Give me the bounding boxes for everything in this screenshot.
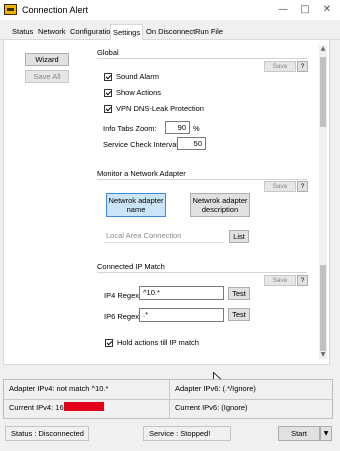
tab-on-disconnect[interactable]: On Disconnect: [146, 26, 195, 40]
adapter-ipv6-status: Adapter IPv6: (.*/Ignore): [175, 384, 256, 393]
monitor-help-button[interactable]: ?: [297, 181, 308, 192]
show-actions-label: Show Actions: [116, 88, 162, 97]
ip-match-help-button[interactable]: ?: [297, 275, 308, 286]
zoom-label: Info Tabs Zoom:: [103, 124, 157, 133]
settings-panel: Wizard Save All Global Save ? Sound Alar…: [3, 40, 330, 365]
adapter-name-button[interactable]: Netwrok adapter name: [106, 193, 166, 217]
current-ipv6-status: Current IPv6: (Ignore): [175, 403, 248, 412]
global-save-button[interactable]: Save: [264, 61, 296, 72]
sound-alarm-checkbox[interactable]: [104, 73, 112, 81]
interval-input[interactable]: 50: [177, 137, 206, 150]
monitor-section-title: Monitor a Network Adapter: [97, 169, 186, 178]
interval-label: Service Check Interval:: [103, 140, 181, 149]
monitor-divider: [97, 179, 307, 180]
save-all-button[interactable]: Save All: [25, 70, 69, 83]
vpn-protection-checkbox[interactable]: [104, 105, 112, 113]
current-ipv4-status: Current IPv4: 16: [9, 403, 64, 412]
ip4-regex-input[interactable]: ^10.*: [139, 286, 224, 300]
current-ipv4-row: Current IPv4: 16: [4, 399, 104, 418]
sound-alarm-label: Sound Alarm: [116, 72, 159, 81]
ip-match-section-title: Connected IP Match: [97, 262, 165, 271]
ip4-test-button[interactable]: Test: [228, 287, 250, 300]
ip6-regex-label: IP6 Regex:: [104, 312, 142, 321]
monitor-save-button[interactable]: Save: [264, 181, 296, 192]
adapter-description-button[interactable]: Netwrok adapter description: [190, 193, 250, 217]
connection-status-box: Status : Disconnected: [5, 426, 89, 441]
hold-actions-checkbox[interactable]: [105, 339, 113, 347]
service-status-box: Service : Stopped!: [143, 426, 231, 441]
hold-actions-label: Hold actions till IP match: [117, 338, 199, 347]
adapter-ipv4-status: Adapter IPv4: not match ^10.*: [9, 384, 109, 393]
global-help-button[interactable]: ?: [297, 61, 308, 72]
tab-configuration[interactable]: Configuration: [70, 26, 115, 40]
ip6-regex-input[interactable]: .*: [139, 308, 224, 322]
zoom-input[interactable]: 90: [165, 121, 190, 134]
wizard-button[interactable]: Wizard: [25, 53, 69, 66]
status-grid: Adapter IPv4: not match ^10.* Adapter IP…: [3, 379, 333, 419]
close-icon[interactable]: ✕: [320, 3, 334, 17]
redacted-ip-mark: [63, 402, 104, 411]
global-section-title: Global: [97, 48, 119, 57]
tab-status[interactable]: Status: [12, 26, 33, 40]
title-bar: Connection Alert — □ ✕: [0, 0, 340, 20]
tab-settings[interactable]: Settings: [110, 24, 144, 41]
scroll-down-icon[interactable]: ▼: [319, 351, 327, 359]
zoom-unit: %: [193, 124, 200, 133]
tab-run-file[interactable]: Run File: [195, 26, 223, 40]
maximize-icon[interactable]: □: [298, 3, 312, 17]
window-title: Connection Alert: [22, 5, 89, 15]
show-actions-checkbox[interactable]: [104, 89, 112, 97]
start-button[interactable]: Start: [278, 426, 320, 441]
minimize-icon[interactable]: —: [276, 3, 290, 17]
adapter-name-input[interactable]: Local Area Connection: [104, 230, 224, 243]
global-divider: [97, 58, 307, 59]
ip4-regex-label: IP4 Regex:: [104, 291, 142, 300]
scroll-thumb-upper[interactable]: [320, 57, 326, 127]
tab-bar: Status Network Configuration Settings On…: [0, 24, 340, 41]
settings-scrollbar[interactable]: ▲ ▼: [319, 45, 327, 359]
ip6-test-button[interactable]: Test: [228, 308, 250, 321]
tab-network[interactable]: Network: [38, 26, 66, 40]
list-button[interactable]: List: [229, 230, 249, 243]
scroll-up-icon[interactable]: ▲: [319, 45, 327, 53]
scroll-thumb-lower[interactable]: [320, 265, 326, 351]
ip-match-save-button[interactable]: Save: [264, 275, 296, 286]
ip-match-divider: [97, 272, 307, 273]
app-logo-icon: [4, 4, 17, 15]
vpn-protection-label: VPN DNS-Leak Protection: [116, 104, 204, 113]
start-dropdown-icon[interactable]: ▼: [320, 426, 332, 441]
